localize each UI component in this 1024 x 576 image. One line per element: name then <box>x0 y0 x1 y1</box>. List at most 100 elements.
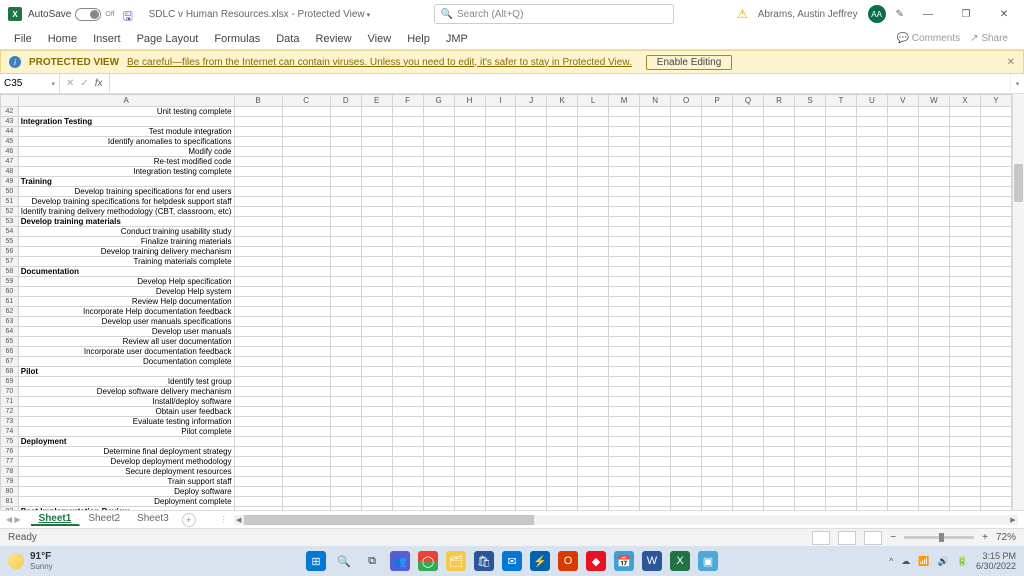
cell[interactable] <box>733 127 764 137</box>
cell[interactable] <box>733 337 764 347</box>
cell[interactable] <box>795 487 826 497</box>
cell[interactable] <box>282 237 330 247</box>
cell[interactable] <box>234 437 282 447</box>
table-row[interactable]: 60Develop Help system <box>1 287 1012 297</box>
cell[interactable] <box>640 307 671 317</box>
cell[interactable] <box>640 387 671 397</box>
cell[interactable] <box>856 217 887 227</box>
cell[interactable] <box>282 207 330 217</box>
cell[interactable] <box>856 187 887 197</box>
cell[interactable] <box>856 457 887 467</box>
cell[interactable] <box>702 267 733 277</box>
cell[interactable] <box>702 277 733 287</box>
cell[interactable] <box>764 117 795 127</box>
cell[interactable] <box>918 127 949 137</box>
cell[interactable] <box>640 227 671 237</box>
cell[interactable] <box>825 367 856 377</box>
cell[interactable] <box>764 417 795 427</box>
cell[interactable] <box>516 297 547 307</box>
cell[interactable] <box>764 257 795 267</box>
cell[interactable] <box>485 137 516 147</box>
cell[interactable] <box>702 157 733 167</box>
cell[interactable] <box>485 187 516 197</box>
cell[interactable] <box>856 417 887 427</box>
cell[interactable] <box>485 477 516 487</box>
cell[interactable] <box>578 147 609 157</box>
cell[interactable] <box>234 147 282 157</box>
tab-jmp[interactable]: JMP <box>438 33 476 45</box>
cell[interactable] <box>918 367 949 377</box>
cell[interactable] <box>330 307 361 317</box>
cell[interactable] <box>392 487 423 497</box>
cell[interactable] <box>733 447 764 457</box>
cell[interactable] <box>423 397 454 407</box>
cell[interactable] <box>547 297 578 307</box>
cell[interactable] <box>609 257 640 267</box>
cell[interactable] <box>671 377 702 387</box>
cell[interactable] <box>609 347 640 357</box>
formula-expand-icon[interactable]: ▾ <box>1010 74 1024 93</box>
cell[interactable] <box>516 137 547 147</box>
table-row[interactable]: 79Train support staff <box>1 477 1012 487</box>
cell[interactable] <box>764 437 795 447</box>
word-icon[interactable]: W <box>642 551 662 571</box>
cell[interactable] <box>485 287 516 297</box>
cell[interactable] <box>764 217 795 227</box>
cell[interactable] <box>887 387 918 397</box>
tray-chevron-icon[interactable]: ^ <box>889 556 893 566</box>
cell[interactable] <box>609 387 640 397</box>
cell[interactable] <box>547 487 578 497</box>
cell[interactable] <box>609 207 640 217</box>
search-input[interactable]: 🔍 Search (Alt+Q) <box>434 4 674 24</box>
cell[interactable] <box>671 297 702 307</box>
cell[interactable] <box>361 337 392 347</box>
cell[interactable] <box>702 437 733 447</box>
cell[interactable] <box>423 417 454 427</box>
cell[interactable] <box>733 247 764 257</box>
cell[interactable] <box>578 427 609 437</box>
cell[interactable] <box>733 117 764 127</box>
cell[interactable] <box>702 427 733 437</box>
cell[interactable] <box>795 157 826 167</box>
cell[interactable] <box>330 207 361 217</box>
cell[interactable] <box>671 337 702 347</box>
cell[interactable] <box>856 297 887 307</box>
cell[interactable] <box>671 137 702 147</box>
cell[interactable] <box>392 237 423 247</box>
cell[interactable] <box>887 497 918 507</box>
col-header-K[interactable]: K <box>547 95 578 107</box>
cell[interactable] <box>330 487 361 497</box>
cell[interactable]: Develop training materials <box>18 217 234 227</box>
cell[interactable] <box>887 447 918 457</box>
mail-icon[interactable]: ✉ <box>502 551 522 571</box>
cell[interactable] <box>282 377 330 387</box>
cell[interactable] <box>764 187 795 197</box>
cell[interactable] <box>454 157 485 167</box>
cell[interactable] <box>949 237 980 247</box>
cell[interactable] <box>825 127 856 137</box>
cell[interactable] <box>454 247 485 257</box>
cell[interactable] <box>949 507 980 511</box>
table-row[interactable]: 70Develop software delivery mechanism <box>1 387 1012 397</box>
cell[interactable] <box>516 447 547 457</box>
cell[interactable] <box>485 457 516 467</box>
cell[interactable] <box>330 127 361 137</box>
cell[interactable] <box>887 477 918 487</box>
cell[interactable] <box>918 417 949 427</box>
cell[interactable] <box>547 307 578 317</box>
cell[interactable] <box>485 387 516 397</box>
tab-insert[interactable]: Insert <box>85 33 129 45</box>
cell[interactable] <box>795 107 826 117</box>
cell[interactable] <box>454 237 485 247</box>
cell[interactable] <box>795 187 826 197</box>
cell[interactable] <box>330 297 361 307</box>
cell[interactable] <box>330 197 361 207</box>
cell[interactable] <box>578 217 609 227</box>
cell[interactable] <box>282 247 330 257</box>
cell[interactable] <box>795 247 826 257</box>
cell[interactable] <box>980 477 1011 487</box>
cell[interactable] <box>361 277 392 287</box>
cell[interactable] <box>578 317 609 327</box>
cell[interactable]: Evaluate testing information <box>18 417 234 427</box>
app2-icon[interactable]: ◆ <box>586 551 606 571</box>
